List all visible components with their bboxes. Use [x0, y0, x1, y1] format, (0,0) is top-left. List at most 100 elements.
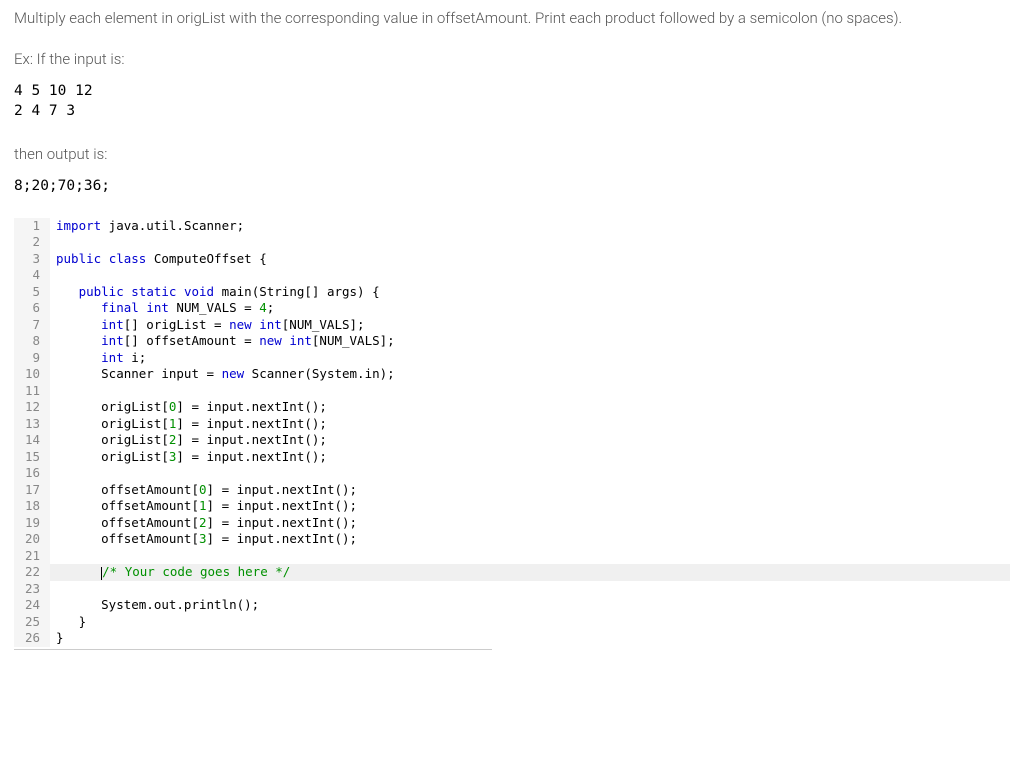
- code-token: [56, 350, 101, 365]
- code-content[interactable]: public class ComputeOffset {: [50, 251, 1010, 268]
- code-token: final: [101, 300, 139, 315]
- code-line[interactable]: 23: [14, 581, 1010, 598]
- code-content[interactable]: origList[3] = input.nextInt();: [50, 449, 1010, 466]
- code-token: [176, 284, 184, 299]
- line-number: 10: [14, 366, 50, 383]
- code-content[interactable]: offsetAmount[3] = input.nextInt();: [50, 531, 1010, 548]
- line-number: 1: [14, 218, 50, 235]
- code-content[interactable]: [50, 267, 1010, 284]
- code-token: new: [222, 366, 245, 381]
- line-number: 13: [14, 416, 50, 433]
- code-token: java.util.Scanner;: [101, 218, 244, 233]
- code-line[interactable]: 8 int[] offsetAmount = new int[NUM_VALS]…: [14, 333, 1010, 350]
- code-content[interactable]: [50, 234, 1010, 251]
- problem-instruction: Multiply each element in origList with t…: [14, 6, 1010, 30]
- code-content[interactable]: public static void main(String[] args) {: [50, 284, 1010, 301]
- code-line[interactable]: 24 System.out.println();: [14, 597, 1010, 614]
- code-content[interactable]: int i;: [50, 350, 1010, 367]
- code-token: static: [131, 284, 176, 299]
- code-line[interactable]: 2: [14, 234, 1010, 251]
- code-content[interactable]: [50, 581, 1010, 598]
- code-line[interactable]: 16: [14, 465, 1010, 482]
- code-content[interactable]: }: [50, 630, 1010, 647]
- code-token: }: [56, 614, 86, 629]
- code-content[interactable]: origList[1] = input.nextInt();: [50, 416, 1010, 433]
- code-content[interactable]: import java.util.Scanner;: [50, 218, 1010, 235]
- line-number: 16: [14, 465, 50, 482]
- code-line[interactable]: 21: [14, 548, 1010, 565]
- line-number: 15: [14, 449, 50, 466]
- line-number: 2: [14, 234, 50, 251]
- code-token: ] = input.nextInt();: [176, 432, 327, 447]
- code-content[interactable]: Scanner input = new Scanner(System.in);: [50, 366, 1010, 383]
- code-token: int: [259, 317, 282, 332]
- line-number: 24: [14, 597, 50, 614]
- code-line[interactable]: 15 origList[3] = input.nextInt();: [14, 449, 1010, 466]
- code-line[interactable]: 7 int[] origList = new int[NUM_VALS];: [14, 317, 1010, 334]
- code-token: ] = input.nextInt();: [176, 399, 327, 414]
- code-content[interactable]: final int NUM_VALS = 4;: [50, 300, 1010, 317]
- code-line[interactable]: 13 origList[1] = input.nextInt();: [14, 416, 1010, 433]
- code-token: 1: [199, 498, 207, 513]
- text-cursor: [101, 567, 102, 580]
- code-token: 0: [199, 482, 207, 497]
- code-line[interactable]: 9 int i;: [14, 350, 1010, 367]
- code-line[interactable]: 4: [14, 267, 1010, 284]
- code-content[interactable]: offsetAmount[1] = input.nextInt();: [50, 498, 1010, 515]
- code-token: [56, 333, 101, 348]
- code-token: ] = input.nextInt();: [176, 416, 327, 431]
- code-token: 4: [259, 300, 267, 315]
- code-line[interactable]: 19 offsetAmount[2] = input.nextInt();: [14, 515, 1010, 532]
- code-content[interactable]: /* Your code goes here */: [50, 564, 1010, 581]
- code-token: [NUM_VALS];: [282, 317, 365, 332]
- line-number: 21: [14, 548, 50, 565]
- code-content[interactable]: [50, 548, 1010, 565]
- code-editor[interactable]: 1import java.util.Scanner;23public class…: [14, 218, 1010, 647]
- code-content[interactable]: origList[0] = input.nextInt();: [50, 399, 1010, 416]
- code-content[interactable]: int[] origList = new int[NUM_VALS];: [50, 317, 1010, 334]
- code-content[interactable]: [50, 465, 1010, 482]
- code-line[interactable]: 22 /* Your code goes here */: [14, 564, 1010, 581]
- code-token: offsetAmount[: [56, 515, 199, 530]
- code-content[interactable]: [50, 383, 1010, 400]
- code-token: Scanner(System.in);: [244, 366, 395, 381]
- code-line[interactable]: 1import java.util.Scanner;: [14, 218, 1010, 235]
- input-label: Ex: If the input is:: [14, 48, 1010, 71]
- code-line[interactable]: 20 offsetAmount[3] = input.nextInt();: [14, 531, 1010, 548]
- code-token: int: [101, 350, 124, 365]
- code-content[interactable]: offsetAmount[0] = input.nextInt();: [50, 482, 1010, 499]
- code-content[interactable]: offsetAmount[2] = input.nextInt();: [50, 515, 1010, 532]
- line-number: 14: [14, 432, 50, 449]
- code-token: [56, 284, 79, 299]
- code-line[interactable]: 14 origList[2] = input.nextInt();: [14, 432, 1010, 449]
- code-token: offsetAmount[: [56, 498, 199, 513]
- code-token: int: [289, 333, 312, 348]
- code-token: [56, 300, 101, 315]
- code-token: Scanner input =: [56, 366, 222, 381]
- line-number: 20: [14, 531, 50, 548]
- code-line[interactable]: 6 final int NUM_VALS = 4;: [14, 300, 1010, 317]
- code-token: }: [56, 630, 64, 645]
- code-line[interactable]: 3public class ComputeOffset {: [14, 251, 1010, 268]
- code-content[interactable]: int[] offsetAmount = new int[NUM_VALS];: [50, 333, 1010, 350]
- line-number: 7: [14, 317, 50, 334]
- code-token: new: [229, 317, 252, 332]
- code-line[interactable]: 10 Scanner input = new Scanner(System.in…: [14, 366, 1010, 383]
- code-token: [] origList =: [124, 317, 229, 332]
- code-token: offsetAmount[: [56, 482, 199, 497]
- divider: [14, 649, 492, 650]
- code-line[interactable]: 5 public static void main(String[] args)…: [14, 284, 1010, 301]
- line-number: 12: [14, 399, 50, 416]
- code-line[interactable]: 17 offsetAmount[0] = input.nextInt();: [14, 482, 1010, 499]
- input-example: 4 5 10 12 2 4 7 3: [14, 81, 1010, 122]
- code-content[interactable]: }: [50, 614, 1010, 631]
- code-content[interactable]: origList[2] = input.nextInt();: [50, 432, 1010, 449]
- code-content[interactable]: System.out.println();: [50, 597, 1010, 614]
- code-token: [] offsetAmount =: [124, 333, 259, 348]
- code-line[interactable]: 18 offsetAmount[1] = input.nextInt();: [14, 498, 1010, 515]
- line-number: 5: [14, 284, 50, 301]
- code-line[interactable]: 12 origList[0] = input.nextInt();: [14, 399, 1010, 416]
- code-line[interactable]: 11: [14, 383, 1010, 400]
- code-line[interactable]: 25 }: [14, 614, 1010, 631]
- code-line[interactable]: 26}: [14, 630, 1010, 647]
